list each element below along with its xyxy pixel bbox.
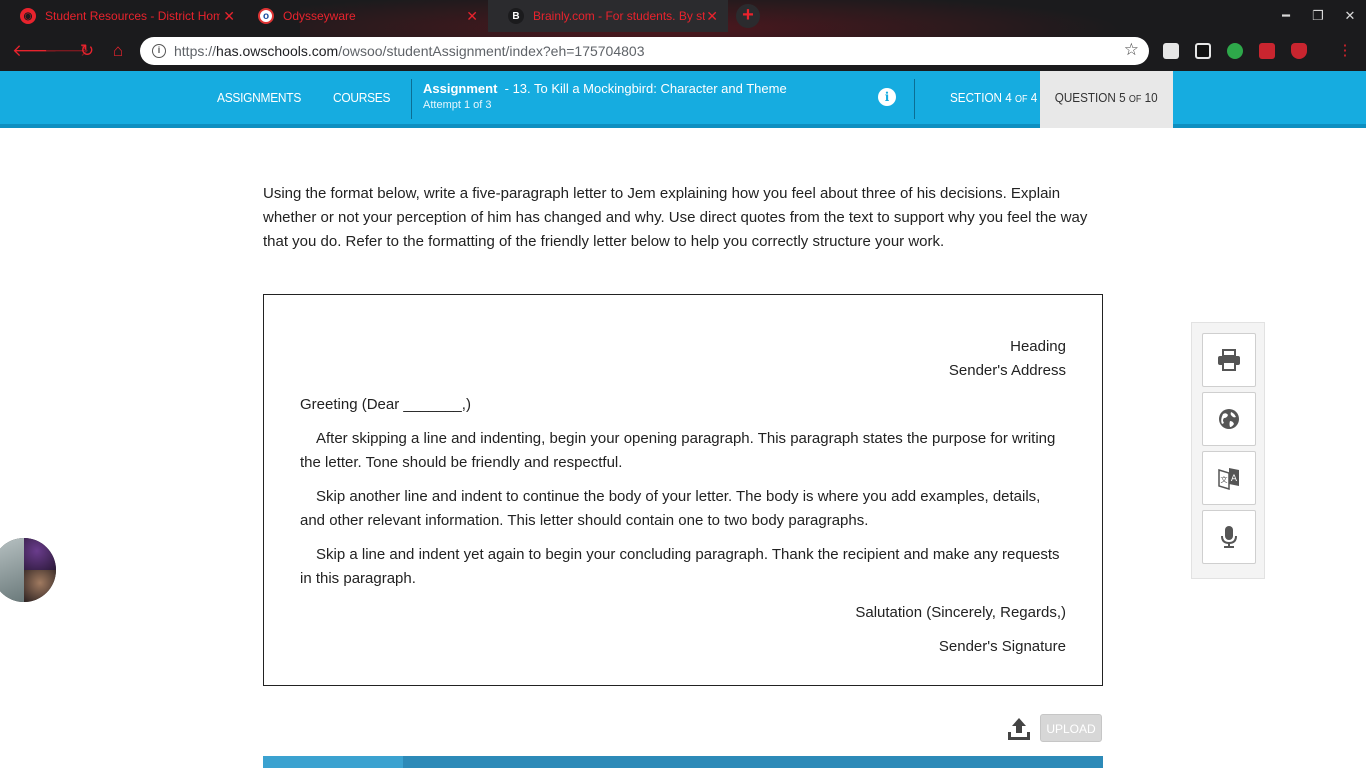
tab-odysseyware[interactable]: o Odysseyware ✕ bbox=[238, 0, 488, 32]
tab-strip: ◉ Student Resources - District Hom ✕ o O… bbox=[0, 0, 1366, 32]
print-button[interactable] bbox=[1202, 333, 1256, 387]
extension-flag-icon[interactable] bbox=[1259, 43, 1275, 59]
letter-salutation: Salutation (Sincerely, Regards,) bbox=[855, 604, 1066, 621]
assignment-label: Assignment bbox=[423, 81, 498, 96]
brainly-icon: B bbox=[508, 8, 524, 24]
letter-greeting: Greeting (Dear _______,) bbox=[300, 396, 471, 413]
letter-paragraph-body: Skip another line and indent to continue… bbox=[300, 488, 1041, 529]
avatar[interactable] bbox=[0, 538, 56, 602]
close-tab-icon[interactable]: ✕ bbox=[466, 8, 478, 24]
friendly-letter-format: Heading Sender's Address Greeting (Dear … bbox=[263, 294, 1103, 686]
home-icon[interactable]: ⌂ bbox=[107, 40, 129, 62]
assignment-prompt: Using the format below, write a five-par… bbox=[263, 185, 1088, 250]
letter-signature: Sender's Signature bbox=[938, 638, 1066, 655]
extension-headphones-icon[interactable] bbox=[1227, 43, 1243, 59]
tab-brainly[interactable]: B Brainly.com - For students. By st ✕ bbox=[488, 0, 728, 32]
minimize-icon[interactable]: ━ bbox=[1276, 8, 1296, 24]
tab-student-resources[interactable]: ◉ Student Resources - District Hom ✕ bbox=[0, 0, 245, 32]
reload-icon[interactable]: ↻ bbox=[76, 40, 98, 62]
nav-assignments[interactable]: ASSIGNMENTS bbox=[217, 71, 301, 124]
assignment-info: Assignment - 13. To Kill a Mockingbird: … bbox=[423, 81, 787, 111]
extension-square-icon[interactable] bbox=[1195, 43, 1211, 59]
svg-text:A: A bbox=[1231, 474, 1238, 484]
upload-icon[interactable] bbox=[1006, 716, 1032, 742]
maximize-icon[interactable]: ❐ bbox=[1308, 8, 1328, 24]
print-icon bbox=[1218, 349, 1240, 371]
header-divider bbox=[411, 79, 412, 119]
close-tab-icon[interactable]: ✕ bbox=[223, 8, 235, 24]
microphone-button[interactable] bbox=[1202, 510, 1256, 564]
tab-title: Brainly.com - For students. By st bbox=[533, 9, 705, 23]
attempt-count: Attempt 1 of 3 bbox=[423, 99, 492, 111]
header-divider bbox=[914, 79, 915, 119]
extension-shield-icon[interactable] bbox=[1291, 43, 1307, 59]
editor-toolbar-segment bbox=[263, 756, 403, 768]
translate-button[interactable]: A 文 bbox=[1202, 451, 1256, 505]
upload-button[interactable]: UPLOAD bbox=[1040, 714, 1102, 742]
assignment-title: - 13. To Kill a Mockingbird: Character a… bbox=[504, 81, 787, 96]
address-bar[interactable]: i https://has.owschools.com/owsoo/studen… bbox=[140, 37, 1149, 65]
question-indicator[interactable]: QUESTION 5 OF 10 bbox=[1040, 71, 1173, 128]
microphone-icon bbox=[1221, 526, 1237, 548]
bookmark-star-icon[interactable]: ☆ bbox=[1124, 40, 1139, 60]
menu-dots-icon[interactable]: ⋮ bbox=[1334, 40, 1356, 62]
new-tab-button[interactable]: + bbox=[736, 4, 760, 28]
chrome-red-icon: ◉ bbox=[20, 8, 36, 24]
nav-courses[interactable]: COURSES bbox=[333, 71, 391, 124]
letter-paragraph-opening: After skipping a line and indenting, beg… bbox=[300, 430, 1056, 471]
odysseyware-icon: o bbox=[258, 8, 274, 24]
tab-title: Student Resources - District Hom bbox=[45, 9, 220, 23]
close-window-icon[interactable]: ✕ bbox=[1340, 8, 1360, 24]
site-info-icon[interactable]: i bbox=[152, 44, 166, 58]
answer-editor-toolbar bbox=[263, 756, 1103, 768]
back-icon[interactable]: 🡐 bbox=[12, 40, 58, 62]
info-icon[interactable]: i bbox=[878, 88, 896, 106]
globe-icon bbox=[1219, 409, 1239, 429]
browser-chrome: ◉ Student Resources - District Hom ✕ o O… bbox=[0, 0, 1366, 71]
translate-icon: A 文 bbox=[1218, 468, 1239, 490]
letter-paragraph-closing: Skip a line and indent yet again to begi… bbox=[300, 546, 1060, 587]
url-text[interactable]: https://has.owschools.com/owsoo/studentA… bbox=[174, 43, 645, 59]
browser-toolbar: 🡐 🡒 ↻ ⌂ i https://has.owschools.com/owso… bbox=[0, 32, 1366, 71]
section-indicator: SECTION 4 OF 4 bbox=[950, 90, 1038, 105]
tab-title: Odysseyware bbox=[283, 9, 356, 23]
extension-bag-icon[interactable] bbox=[1163, 43, 1179, 59]
svg-text:文: 文 bbox=[1221, 475, 1228, 484]
assignment-header: ASSIGNMENTS COURSES Assignment - 13. To … bbox=[0, 71, 1366, 128]
close-tab-icon[interactable]: ✕ bbox=[706, 8, 718, 24]
forward-icon[interactable]: 🡒 bbox=[44, 40, 90, 62]
globe-button[interactable] bbox=[1202, 392, 1256, 446]
letter-heading: Heading Sender's Address bbox=[948, 338, 1066, 379]
tool-panel: A 文 bbox=[1191, 322, 1265, 579]
